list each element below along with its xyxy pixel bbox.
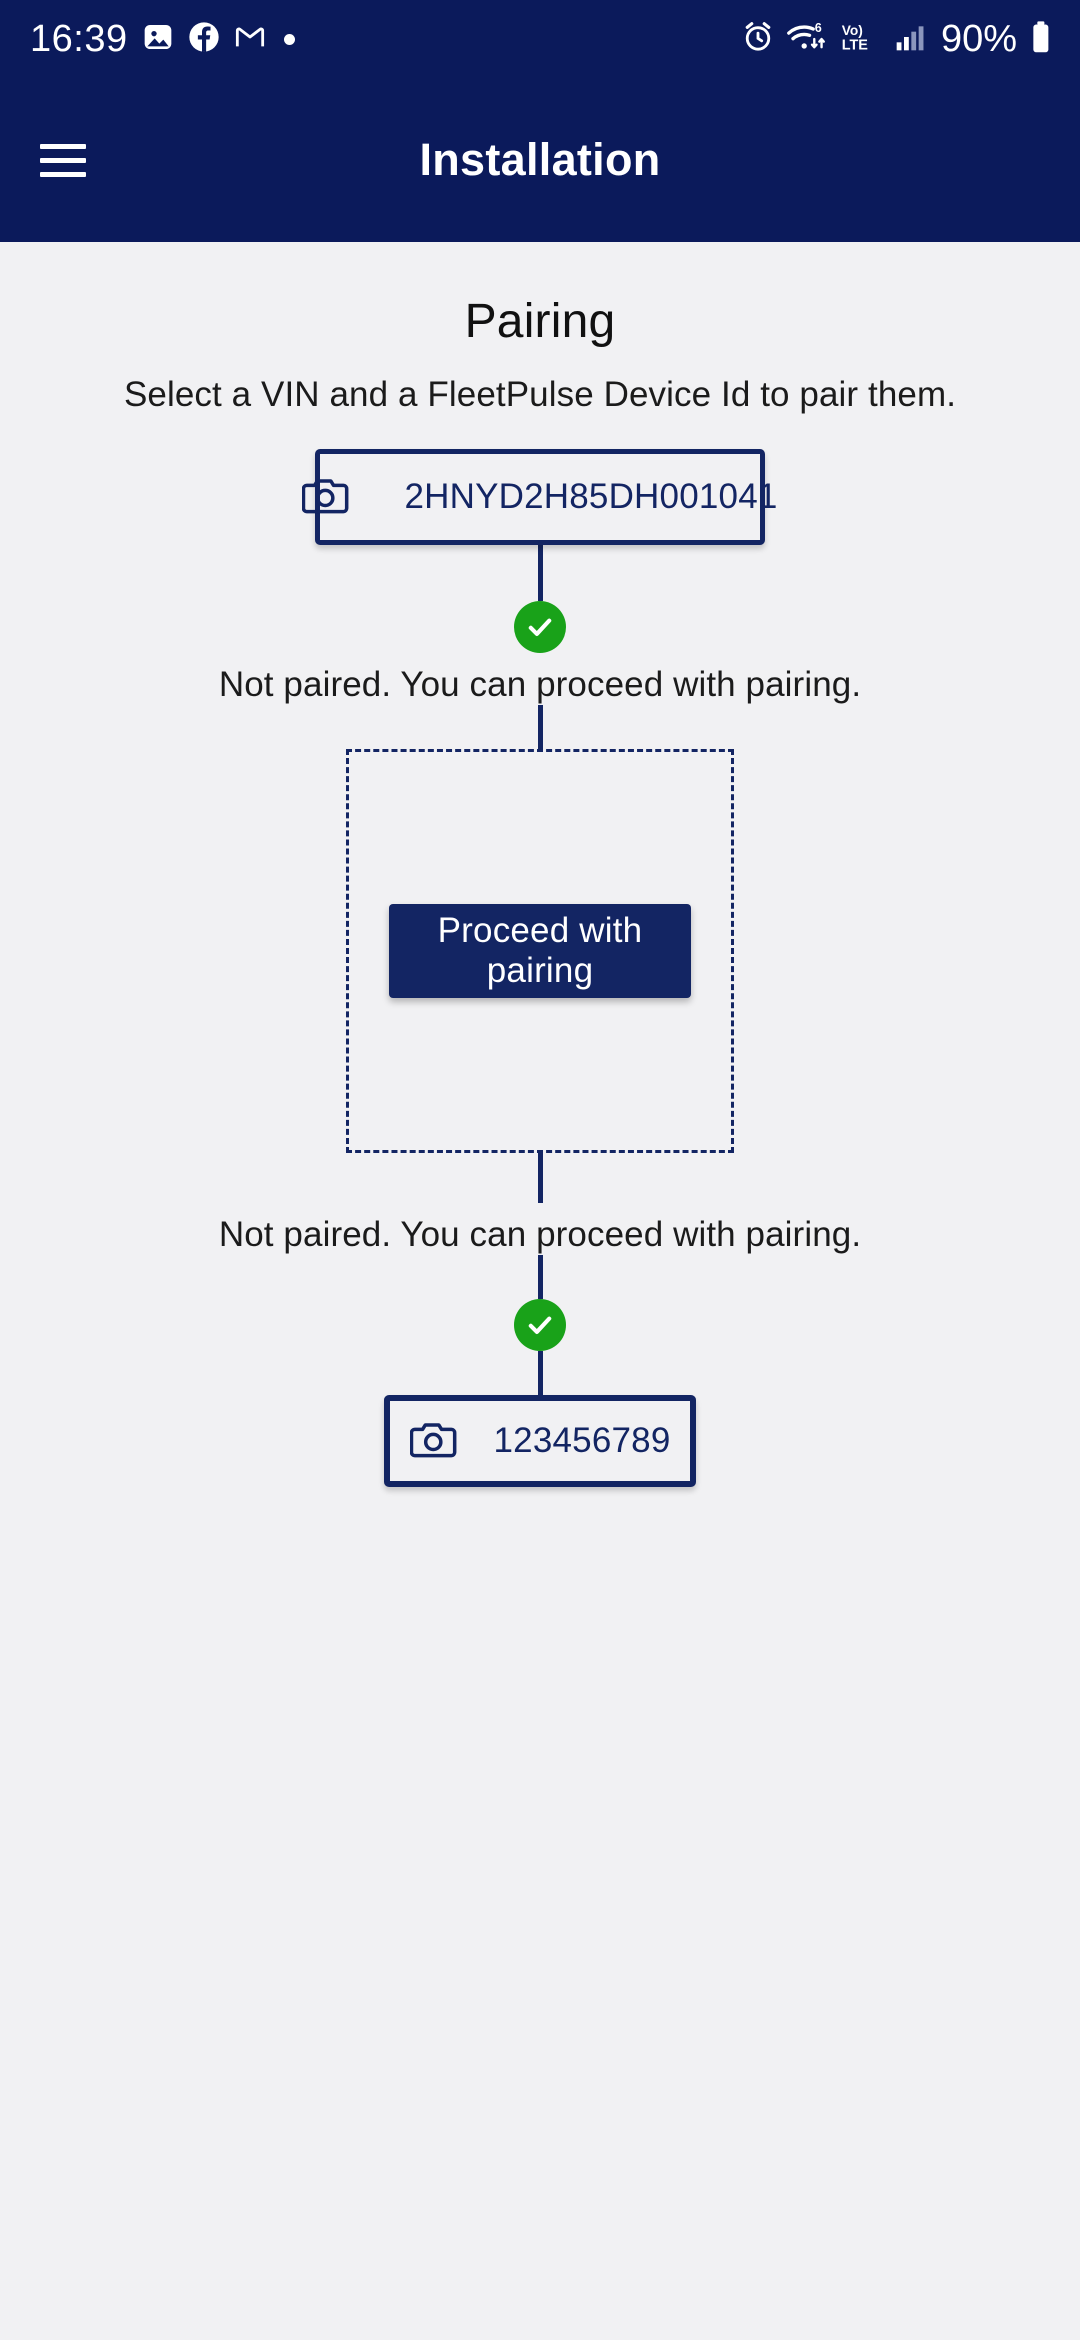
vin-scan-input[interactable]: 2HNYD2H85DH001041 <box>302 449 777 545</box>
svg-text:LTE: LTE <box>842 37 869 53</box>
battery-percentage: 90% <box>940 18 1017 60</box>
main-content: Pairing Select a VIN and a FleetPulse De… <box>0 242 1080 2340</box>
flow-connector <box>537 545 543 601</box>
alarm-icon <box>741 20 775 59</box>
pairing-drop-zone: Proceed with pairing <box>346 749 734 1153</box>
hamburger-bar <box>40 157 86 163</box>
status-bar: 16:39 6 Vo) LTE 90% <box>0 0 1080 78</box>
photos-icon <box>142 21 174 58</box>
flow-connector <box>537 705 543 749</box>
camera-icon <box>302 474 350 521</box>
facebook-icon <box>188 21 220 58</box>
flow-connector <box>537 1153 543 1203</box>
device-status-text: Not paired. You can proceed with pairing… <box>218 1215 862 1254</box>
svg-text:6: 6 <box>815 21 822 35</box>
flow-connector <box>537 1351 543 1395</box>
hamburger-menu-icon[interactable] <box>40 143 86 177</box>
check-icon <box>528 618 552 636</box>
status-bar-left: 16:39 <box>30 20 295 58</box>
camera-icon <box>409 1418 458 1465</box>
hamburger-bar <box>40 143 86 149</box>
proceed-with-pairing-button[interactable]: Proceed with pairing <box>389 904 691 998</box>
device-id-scan-input[interactable]: 123456789 <box>384 1395 696 1487</box>
status-clock: 16:39 <box>30 18 128 60</box>
pairing-flow: 2HNYD2H85DH001041 Not paired. You can pr… <box>0 449 1080 1487</box>
battery-icon <box>1028 20 1054 59</box>
notification-dot-icon <box>283 33 295 45</box>
vin-status-text: Not paired. You can proceed with pairing… <box>218 665 862 704</box>
vin-value: 2HNYD2H85DH001041 <box>404 477 778 516</box>
gmail-icon <box>234 21 266 58</box>
signal-bars-icon <box>894 21 926 58</box>
check-icon <box>528 1316 552 1334</box>
app-bar: Installation <box>0 78 1080 242</box>
vin-status-badge <box>514 601 566 653</box>
wifi-6-icon: 6 <box>786 20 828 59</box>
device-status-badge <box>514 1299 566 1351</box>
hamburger-bar <box>40 171 86 177</box>
svg-text:Vo): Vo) <box>842 22 863 37</box>
section-subtitle: Select a VIN and a FleetPulse Device Id … <box>123 375 957 414</box>
device-id-value: 123456789 <box>493 1421 671 1460</box>
page-title: Installation <box>419 134 661 185</box>
flow-connector <box>537 1255 543 1299</box>
status-bar-right: 6 Vo) LTE 90% <box>741 20 1054 59</box>
section-heading: Pairing <box>464 295 616 348</box>
volte-icon: Vo) LTE <box>839 20 883 59</box>
